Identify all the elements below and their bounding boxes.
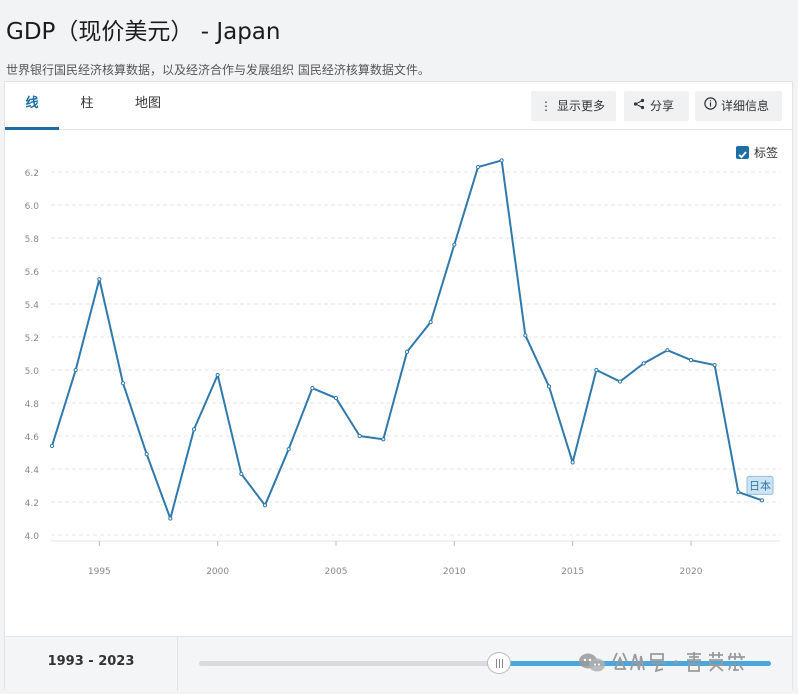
data-point [641,361,646,366]
x-tick-label: 2000 [206,567,229,577]
chart-panel: 线 柱 地图 ⋮ 显示更多 分享 详细信息 标签 4.0 4.2 4.4 4.6 4.8 5… [4,81,793,691]
y-tick-label: 4.0 [25,532,40,542]
data-point [428,320,433,325]
range-start: 1993 [47,654,84,669]
y-tick-label: 4.2 [25,499,39,509]
data-point [452,242,457,247]
x-tick-label: 2020 [680,567,703,577]
watermark [577,648,777,676]
wechat-watermark-icon [579,652,745,673]
x-tick-label: 2010 [443,567,466,577]
data-point [475,164,481,170]
page-subtitle: 世界银行国民经济核算数据，以及经济合作与发展组织 国民经济核算数据文件。 [6,63,430,77]
year-range-label: 1993 - 2023 [5,637,178,691]
y-tick-label: 5.4 [25,301,40,311]
data-point [144,452,149,457]
data-point [523,333,528,338]
data-point [594,367,599,373]
data-point [239,471,244,477]
data-point [665,348,670,353]
data-point [97,277,102,282]
slider-handle[interactable] [487,652,511,674]
data-point [168,516,173,521]
series-end-label: 日本 [749,478,771,492]
y-tick-label: 5.6 [25,268,40,278]
data-point [286,447,291,452]
y-tick-label: 4.6 [25,433,40,443]
data-point [120,381,126,386]
y-tick-label: 4.8 [25,400,40,410]
data-point [73,367,78,373]
range-end: 2023 [98,654,135,669]
data-point [736,490,741,495]
data-point [381,437,386,442]
data-point [712,362,717,368]
data-point [357,433,362,439]
y-tick-label: 5.8 [25,235,40,245]
data-point [404,349,410,354]
y-tick-label: 6.0 [25,202,40,212]
data-point [310,386,315,391]
y-tick-label: 5.2 [25,334,39,344]
data-point [617,379,623,384]
y-tick-label: 4.4 [25,466,40,476]
line-chart: 4.0 4.2 4.4 4.6 4.8 5.0 5.2 5.4 5.6 5.8 6.0 6.2 1995… [25,158,780,577]
data-point [262,503,268,508]
y-tick-label: 5.0 [25,367,40,377]
data-point [546,384,552,389]
range-separator: - [83,654,99,669]
data-point [570,460,575,465]
data-point [688,358,694,363]
series-line [51,159,763,520]
y-tick-label: 6.2 [25,169,39,179]
x-tick-label: 2015 [561,567,584,577]
data-point [215,372,220,378]
x-tick-label: 2005 [325,567,348,577]
x-tick-label: 1995 [88,567,111,577]
data-point [759,498,765,503]
data-point [333,395,339,401]
data-point [191,427,197,432]
data-point [499,158,504,163]
data-point [49,443,55,448]
page-title: GDP（现价美元） - Japan [6,19,281,45]
